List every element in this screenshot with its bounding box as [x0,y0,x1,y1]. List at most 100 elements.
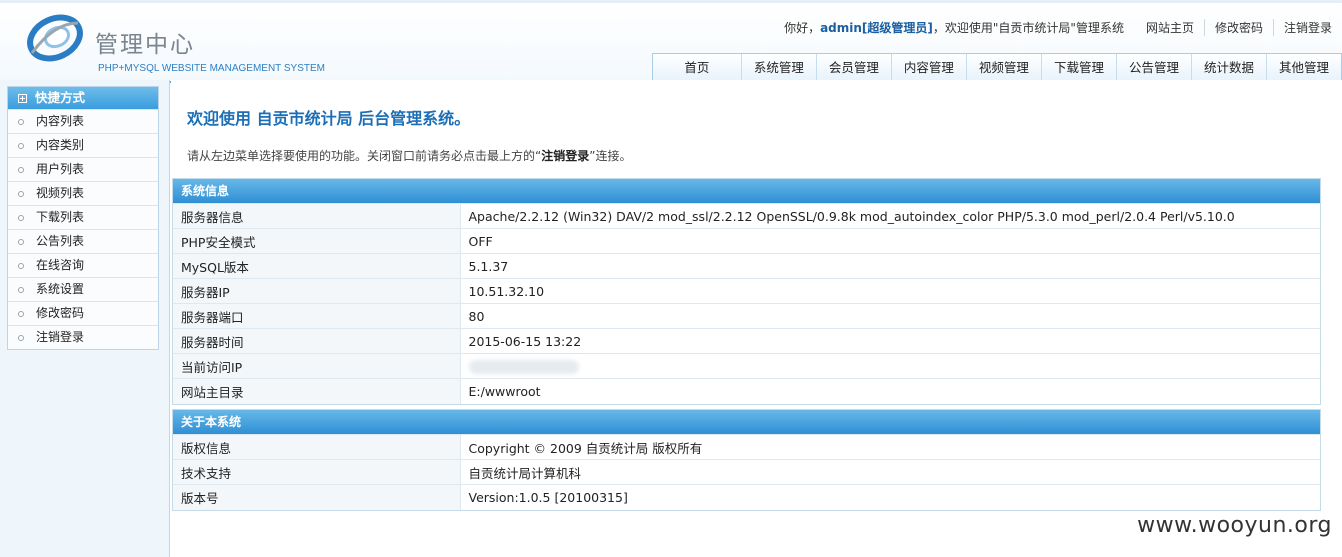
row-key: 服务器时间 [173,328,461,354]
username: admin[超级管理员] [820,21,933,35]
instruction-text: 请从左边菜单选择要使用的功能。关闭窗口前请务必点击最上方的“注销登录”连接。 [187,147,631,164]
row-value: E:/wwwroot [460,378,1320,404]
sidebar-item-system-settings[interactable]: 系统设置 [8,277,158,301]
sidebar-item-change-password[interactable]: 修改密码 [8,301,158,325]
sidebar-item-label: 公告列表 [36,234,85,248]
bullet-icon [18,118,24,125]
watermark: www.wooyun.org [1137,513,1332,538]
sidebar-item-video-list[interactable]: 视频列表 [8,181,158,205]
sidebar-item-label: 视频列表 [36,186,85,200]
site-home-link[interactable]: 网站主页 [1136,19,1204,36]
table-row: 版本号 Version:1.0.5 [20100315] [173,484,1320,510]
row-key: 版本号 [173,484,461,510]
sidebar-item-label: 用户列表 [36,162,85,176]
row-value: 2015-06-15 13:22 [460,328,1320,354]
row-key: MySQL版本 [173,253,461,279]
table-row: MySQL版本 5.1.37 [173,253,1320,279]
sidebar-item-label: 修改密码 [36,306,85,320]
sidebar-item-label: 内容列表 [36,114,85,128]
main-content: 欢迎使用 自贡市统计局 后台管理系统。 请从左边菜单选择要使用的功能。关闭窗口前… [171,80,1342,557]
table-row: 服务器时间 2015-06-15 13:22 [173,328,1320,354]
tab-members[interactable]: 会员管理 [815,54,891,82]
bullet-icon [18,214,24,221]
table-row: PHP安全模式 OFF [173,228,1320,254]
bullet-icon [18,142,24,149]
bullet-icon [18,310,24,317]
sidebar-item-content-list[interactable]: 内容列表 [8,109,158,133]
row-key: 当前访问IP [173,353,461,379]
row-key: 技术支持 [173,459,461,485]
logo-subtitle: PHP+MYSQL WEBSITE MANAGEMENT SYSTEM [98,63,325,74]
table-row: 当前访问IP [173,353,1320,379]
table-row: 服务器信息 Apache/2.2.12 (Win32) DAV/2 mod_ssl… [173,203,1320,229]
row-value: Version:1.0.5 [20100315] [460,484,1320,510]
tab-home[interactable]: 首页 [653,54,741,82]
sidebar-item-download-list[interactable]: 下载列表 [8,205,158,229]
bullet-icon [18,190,24,197]
bullet-icon [18,334,24,341]
sidebar-item-content-category[interactable]: 内容类别 [8,133,158,157]
sidebar-item-online-consult[interactable]: 在线咨询 [8,253,158,277]
system-info-title: 系统信息 [173,179,1320,203]
row-value: OFF [460,228,1320,254]
logo-text: 管理中心 [95,32,195,58]
shortcut-menu-title: 快捷方式 [35,90,86,105]
row-value: 80 [460,303,1320,329]
about-table: 版权信息 Copyright © 2009 自贡统计局 版权所有 技术支持 自贡统计… [173,434,1320,510]
tab-download[interactable]: 下载管理 [1040,54,1116,82]
table-row: 技术支持 自贡统计局计算机科 [173,459,1320,485]
instruction-suffix: ”连接。 [589,149,632,163]
logout-link[interactable]: 注销登录 [1272,19,1342,36]
system-info-panel: 系统信息 服务器信息 Apache/2.2.12 (Win32) DAV/2 mo… [172,178,1321,405]
row-key: PHP安全模式 [173,228,461,254]
row-value: 5.1.37 [460,253,1320,279]
system-info-table: 服务器信息 Apache/2.2.12 (Win32) DAV/2 mod_ssl… [173,203,1320,404]
sidebar-item-logout[interactable]: 注销登录 [8,325,158,349]
sidebar-item-label: 系统设置 [36,282,85,296]
tab-statistics[interactable]: 统计数据 [1190,54,1266,82]
page-title: 欢迎使用 自贡市统计局 后台管理系统。 [187,109,471,128]
logo-icon [27,14,83,62]
tab-announcement[interactable]: 公告管理 [1115,54,1191,82]
sidebar-item-label: 内容类别 [36,138,85,152]
row-key: 服务器端口 [173,303,461,329]
redacted-ip [468,359,579,374]
bullet-icon [18,166,24,173]
instruction-prefix: 请从左边菜单选择要使用的功能。关闭窗口前请务必点击最上方的“ [187,149,542,163]
change-password-link[interactable]: 修改密码 [1203,19,1273,36]
tab-other[interactable]: 其他管理 [1265,54,1341,82]
user-bar: 你好，admin[超级管理员]，欢迎使用"自贡市统计局"管理系统 网站主页 修改… [784,19,1342,36]
instruction-logout-emphasis: 注销登录 [541,149,590,163]
sidebar-item-label: 注销登录 [36,330,85,344]
row-value: 10.51.32.10 [460,278,1320,304]
row-key: 服务器信息 [173,203,461,229]
row-value: Copyright © 2009 自贡统计局 版权所有 [460,434,1320,460]
about-panel: 关于本系统 版权信息 Copyright © 2009 自贡统计局 版权所有 技术… [172,409,1321,511]
bullet-icon [18,238,24,245]
row-value-redacted [460,353,1320,379]
bullet-icon [18,286,24,293]
sidebar: 快捷方式 内容列表 内容类别 用户列表 视频列表 下载列表 公告列表 在线咨询 … [0,80,170,557]
sidebar-item-user-list[interactable]: 用户列表 [8,157,158,181]
expand-icon [18,93,27,103]
greeting: 你好，admin[超级管理员]，欢迎使用"自贡市统计局"管理系统 [784,19,1124,36]
tab-system[interactable]: 系统管理 [740,54,816,82]
tab-video[interactable]: 视频管理 [965,54,1041,82]
row-value: 自贡统计局计算机科 [460,459,1320,485]
table-row: 服务器端口 80 [173,303,1320,329]
greeting-prefix: 你好， [784,21,821,35]
shortcut-menu-header[interactable]: 快捷方式 [8,87,158,109]
row-value: Apache/2.2.12 (Win32) DAV/2 mod_ssl/2.2.… [460,203,1320,229]
sidebar-item-label: 在线咨询 [36,258,85,272]
sidebar-item-announcement-list[interactable]: 公告列表 [8,229,158,253]
sidebar-item-label: 下载列表 [36,210,85,224]
main-nav: 首页 系统管理 会员管理 内容管理 视频管理 下载管理 公告管理 统计数据 其他… [651,53,1342,82]
table-row: 版权信息 Copyright © 2009 自贡统计局 版权所有 [173,434,1320,460]
row-key: 服务器IP [173,278,461,304]
row-key: 版权信息 [173,434,461,460]
table-row: 服务器IP 10.51.32.10 [173,278,1320,304]
header: 管理中心 PHP+MYSQL WEBSITE MANAGEMENT SYSTEM… [0,0,1342,83]
table-row: 网站主目录 E:/wwwroot [173,378,1320,404]
shortcut-menu: 快捷方式 内容列表 内容类别 用户列表 视频列表 下载列表 公告列表 在线咨询 … [7,86,159,350]
tab-content[interactable]: 内容管理 [890,54,966,82]
